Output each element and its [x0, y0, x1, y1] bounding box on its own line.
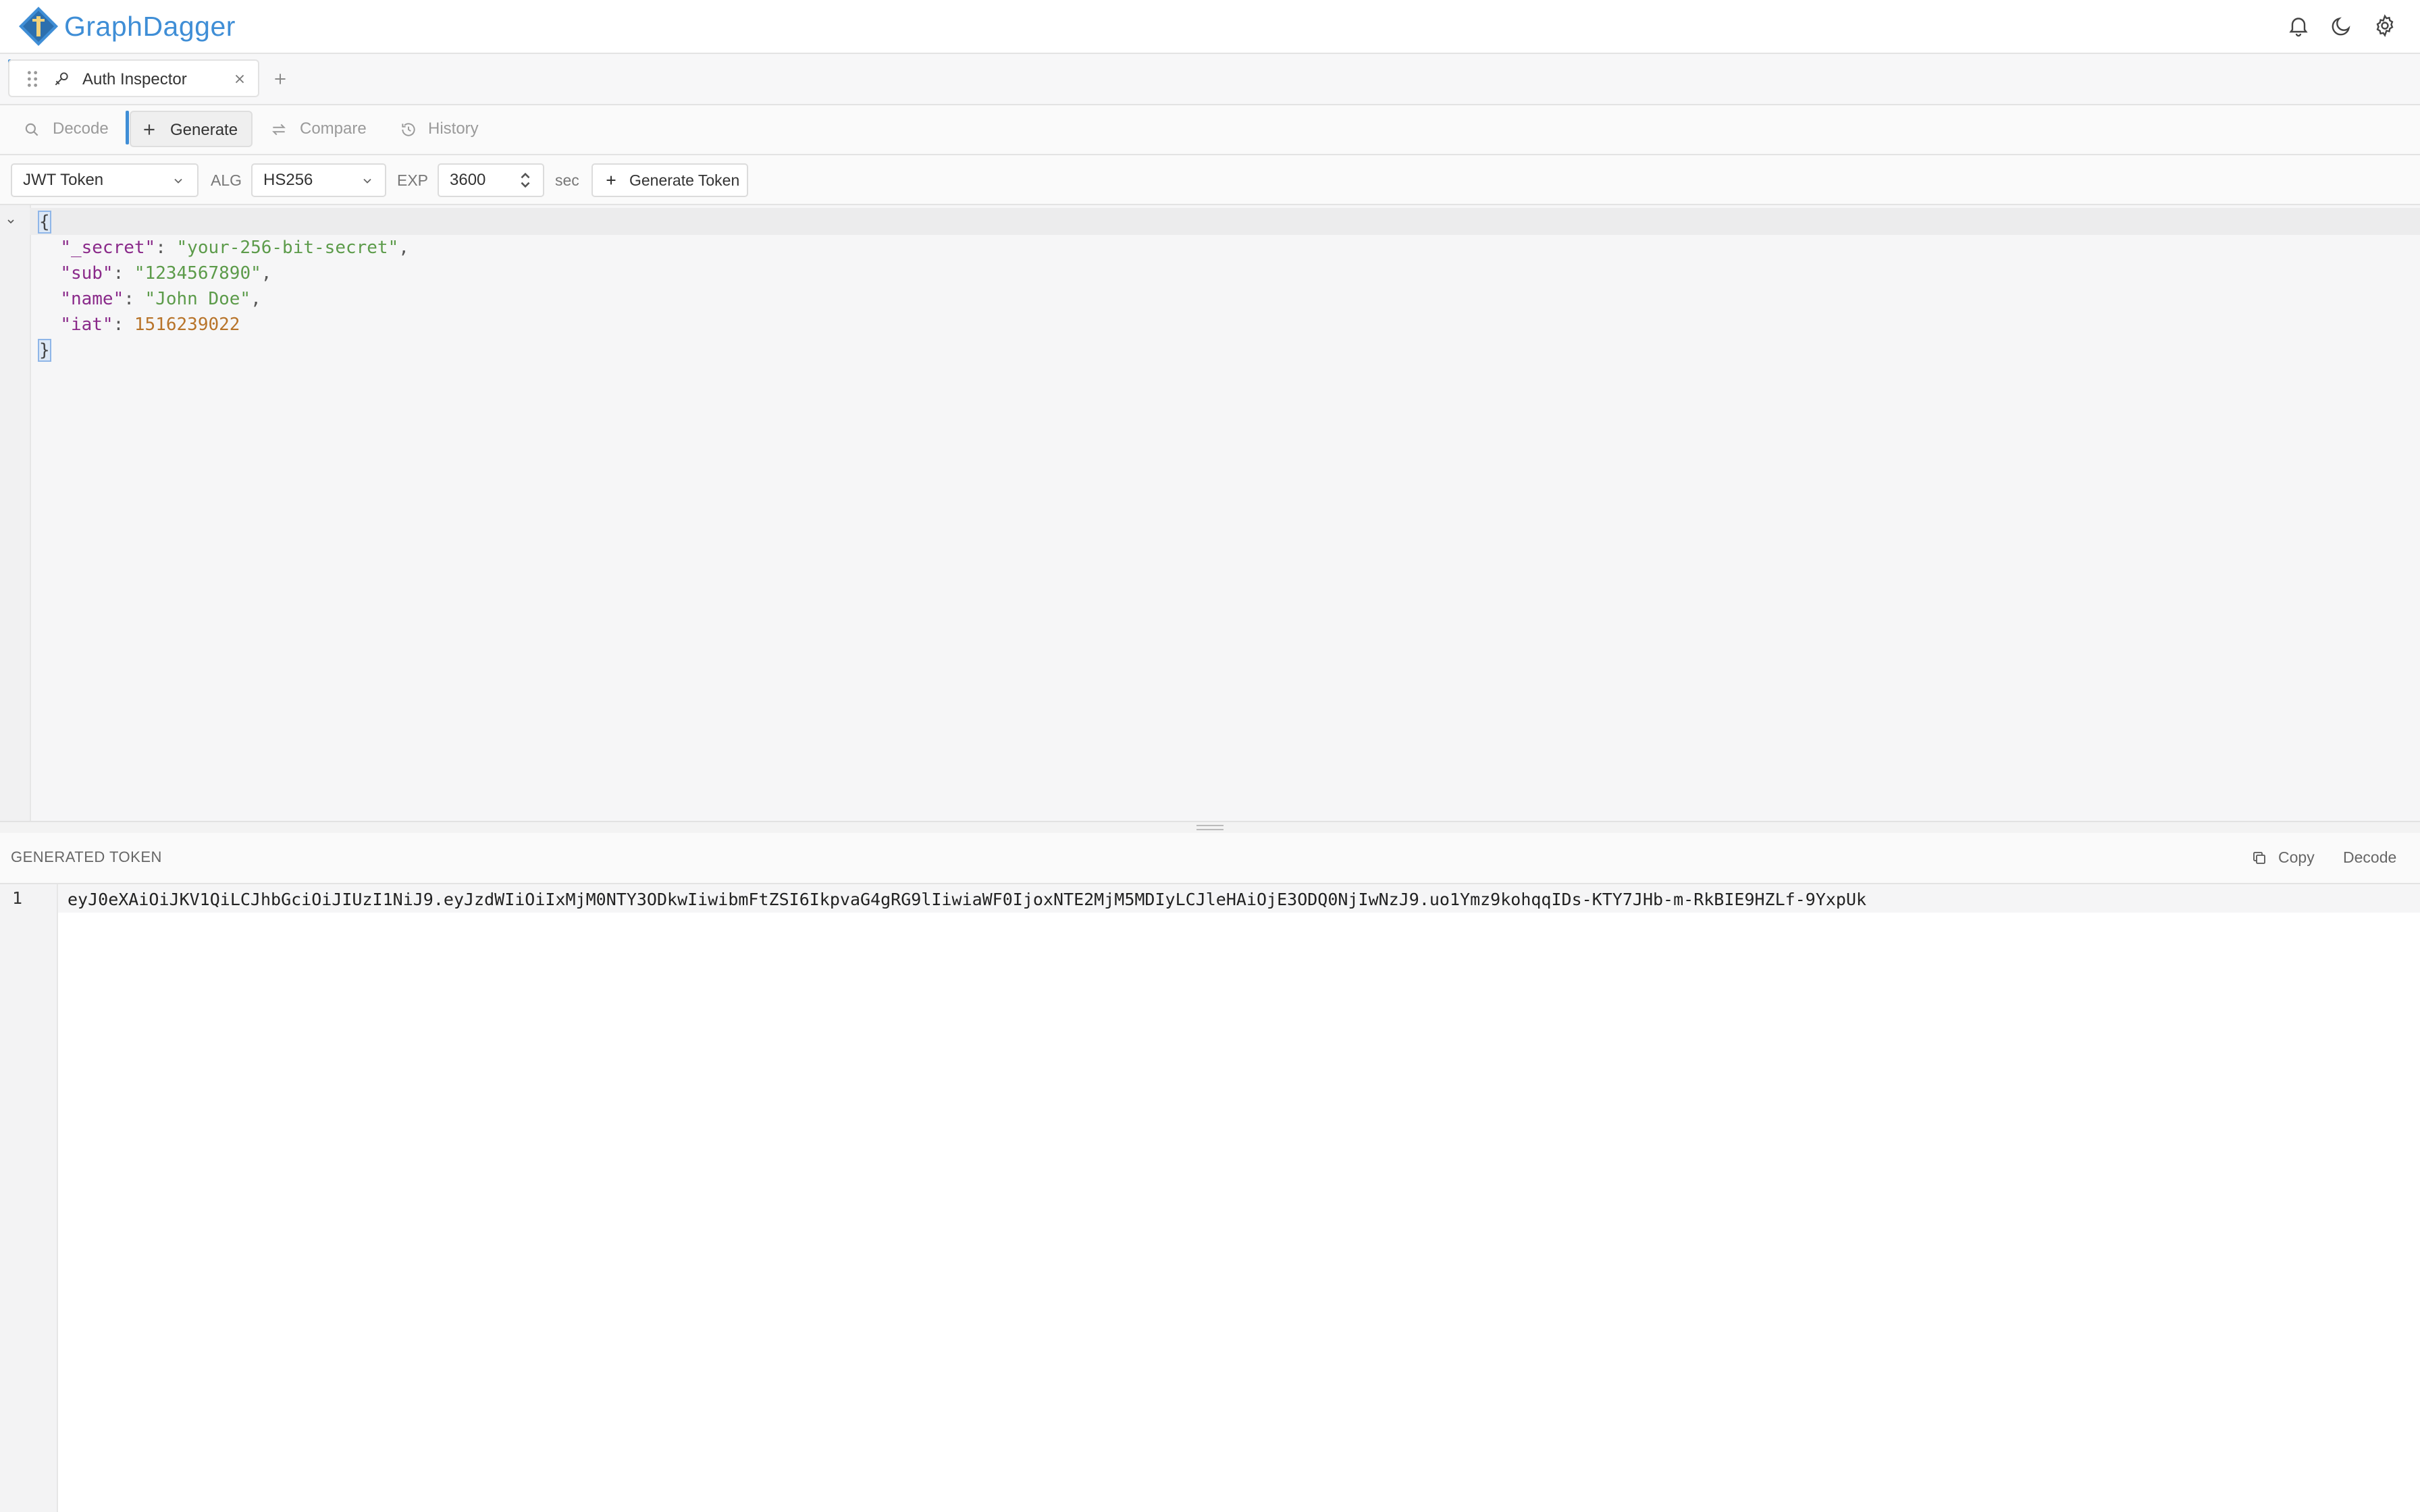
tab-label: Auth Inspector [82, 70, 187, 88]
key-icon [55, 72, 68, 86]
tab-bar: Auth Inspector [0, 54, 2420, 105]
add-tab-button[interactable] [271, 70, 289, 88]
gear-icon[interactable] [2373, 14, 2397, 38]
mode-compare[interactable]: Compare [267, 111, 389, 147]
token-panel-title: GENERATED TOKEN [11, 848, 162, 865]
mode-bar: Decode Generate Compare History [0, 105, 2420, 155]
exp-label: EXP [397, 171, 429, 189]
token-output[interactable]: 1 eyJ0eXAiOiJKV1QiLCJhbGciOiJIUzI1NiJ9.e… [0, 884, 2420, 1512]
editor-gutter [0, 205, 31, 821]
mode-active-indicator [126, 111, 129, 144]
mode-decode[interactable]: Decode [15, 111, 123, 147]
generated-token-text[interactable]: eyJ0eXAiOiJKV1QiLCJhbGciOiJIUzI1NiJ9.eyJ… [68, 887, 1866, 913]
mode-history[interactable]: History [397, 111, 505, 147]
moon-icon[interactable] [2330, 14, 2354, 38]
code-line: } [38, 338, 51, 363]
panel-splitter[interactable] [0, 821, 2420, 834]
line-number: 1 [12, 888, 23, 908]
json-key: "sub" [60, 263, 113, 284]
code-line: "sub": "1234567890", [60, 263, 272, 284]
code-line: { [38, 209, 51, 235]
json-value: 1516239022 [134, 315, 240, 335]
copy-icon [2253, 852, 2265, 864]
decode-button[interactable]: Decode [2343, 844, 2396, 871]
json-key: "iat" [60, 315, 113, 335]
active-line-highlight [30, 208, 2420, 235]
open-brace: { [38, 211, 51, 234]
close-brace: } [38, 339, 51, 362]
json-value: "John Doe" [144, 289, 251, 309]
chevron-down-icon [363, 178, 371, 184]
fold-chevron-icon[interactable] [5, 216, 16, 227]
mode-history-label: History [428, 119, 479, 138]
mode-generate[interactable]: Generate [130, 111, 253, 147]
alg-value: HS256 [263, 171, 313, 189]
token-panel-header: GENERATED TOKEN Copy Decode [0, 833, 2420, 884]
json-key: "name" [60, 289, 124, 309]
token-type-select[interactable]: JWT Token [11, 163, 199, 197]
token-type-value: JWT Token [23, 171, 104, 189]
payload-editor[interactable]: { "_secret": "your-256-bit-secret", "sub… [0, 205, 2420, 821]
drag-handle-icon[interactable] [26, 70, 39, 88]
close-icon[interactable] [232, 72, 247, 86]
swap-icon [272, 124, 286, 136]
generate-token-button[interactable]: Generate Token [591, 163, 748, 197]
stepper-arrows-icon[interactable] [519, 171, 532, 189]
bell-icon[interactable] [2286, 14, 2311, 38]
json-value: "your-256-bit-secret" [176, 238, 399, 258]
plus-icon [606, 176, 616, 185]
mode-generate-label: Generate [170, 121, 238, 139]
plus-icon [144, 124, 155, 135]
logo-icon [19, 7, 58, 46]
mode-compare-label: Compare [300, 119, 367, 138]
splitter-grip[interactable] [1196, 825, 1224, 830]
tab-auth-inspector[interactable]: Auth Inspector [8, 59, 259, 97]
search-icon [25, 123, 38, 136]
exp-unit: sec [555, 171, 579, 189]
history-icon [402, 123, 415, 136]
code-line: "_secret": "your-256-bit-secret", [60, 238, 409, 258]
exp-stepper[interactable]: 3600 [438, 163, 544, 197]
output-gutter: 1 [0, 884, 58, 1512]
code-line: "iat": 1516239022 [60, 315, 240, 335]
mode-decode-label: Decode [53, 119, 109, 138]
copy-label: Copy [2278, 848, 2315, 866]
json-key: "_secret" [60, 238, 156, 258]
exp-value: 3600 [450, 171, 486, 189]
alg-select[interactable]: HS256 [251, 163, 386, 197]
code-line: "name": "John Doe", [60, 289, 261, 309]
generate-token-label: Generate Token [629, 171, 740, 189]
chevron-down-icon [174, 178, 182, 184]
app-header: GraphDagger [0, 0, 2420, 54]
alg-label: ALG [211, 171, 242, 189]
json-value: "1234567890" [134, 263, 261, 284]
options-bar: JWT Token ALG HS256 EXP 3600 sec Generat… [0, 155, 2420, 205]
app-title: GraphDagger [64, 11, 236, 42]
